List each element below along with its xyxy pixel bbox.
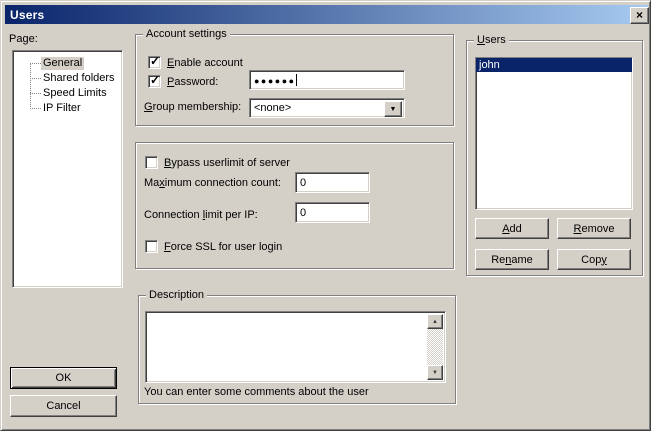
max-connection-count-value: 0 <box>300 177 306 189</box>
enable-account-row: ✓ Enable account <box>148 56 243 69</box>
force-ssl-label[interactable]: Force SSL for user login <box>164 241 282 253</box>
password-row: ✓ Password: <box>148 75 218 88</box>
users-group-title: Users <box>474 34 509 47</box>
tree-item-label[interactable]: Speed Limits <box>41 87 109 100</box>
check-icon: ✓ <box>150 54 160 68</box>
cancel-button[interactable]: Cancel <box>10 395 117 417</box>
force-ssl-checkbox[interactable]: ✓ <box>145 240 158 253</box>
description-textarea[interactable]: ▲ ▼ <box>145 311 446 383</box>
tree-item-speed-limits[interactable]: Speed Limits <box>13 86 120 101</box>
copy-user-button-label: Copy <box>581 254 607 266</box>
description-scrollbar[interactable]: ▲ ▼ <box>427 314 443 380</box>
scroll-up-button[interactable]: ▲ <box>427 314 443 329</box>
password-label[interactable]: Password: <box>167 76 218 88</box>
password-value: ●●●●●● <box>254 76 296 86</box>
check-icon: ✓ <box>150 73 160 87</box>
group-membership-label: Group membership: <box>144 101 241 114</box>
scroll-down-icon: ▼ <box>432 370 438 376</box>
bypass-userlimit-row: ✓ Bypass userlimit of server <box>145 156 290 169</box>
password-checkbox[interactable]: ✓ <box>148 75 161 88</box>
text-caret <box>296 74 297 86</box>
close-icon: × <box>636 10 643 20</box>
cancel-button-label: Cancel <box>46 400 80 412</box>
tree-item-general[interactable]: General <box>13 56 120 71</box>
remove-user-button-label: Remove <box>574 223 615 235</box>
password-input[interactable]: ●●●●●● <box>249 70 405 90</box>
page-tree[interactable]: General Shared folders Speed Limits IP F… <box>12 50 123 288</box>
description-group: Description ▲ ▼ You can enter some comme… <box>138 295 456 404</box>
group-membership-value: <none> <box>254 102 291 115</box>
connection-limit-per-ip-label: Connection limit per IP: <box>144 209 258 222</box>
rename-user-button[interactable]: Rename <box>475 249 549 270</box>
enable-account-checkbox[interactable]: ✓ <box>148 56 161 69</box>
connection-limit-per-ip-input[interactable]: 0 <box>295 202 370 223</box>
force-ssl-row: ✓ Force SSL for user login <box>145 240 282 253</box>
close-button[interactable]: × <box>630 7 649 24</box>
account-settings-group: Account settings ✓ Enable account ✓ Pass… <box>135 34 454 126</box>
tree-item-label[interactable]: Shared folders <box>41 72 117 85</box>
bypass-userlimit-checkbox[interactable]: ✓ <box>145 156 158 169</box>
tree-connector-stub <box>30 93 41 94</box>
tree-item-label[interactable]: General <box>41 57 84 70</box>
title-bar[interactable]: Users <box>5 5 648 24</box>
users-dialog: Users × Page: General Shared folders Spe… <box>0 0 651 431</box>
bypass-userlimit-label[interactable]: Bypass userlimit of server <box>164 157 290 169</box>
max-connection-count-input[interactable]: 0 <box>295 172 370 193</box>
scroll-down-button[interactable]: ▼ <box>427 365 443 380</box>
tree-item-shared-folders[interactable]: Shared folders <box>13 71 120 86</box>
tree-connector-stub <box>30 63 41 64</box>
max-connection-count-label: Maximum connection count: <box>144 177 281 190</box>
tree-connector-stub <box>30 78 41 79</box>
tree-connector-stub <box>30 108 41 109</box>
scroll-up-icon: ▲ <box>432 319 438 325</box>
chevron-down-icon: ▼ <box>390 106 397 113</box>
copy-user-button[interactable]: Copy <box>557 249 631 270</box>
ok-button-label: OK <box>56 372 72 384</box>
description-group-title: Description <box>146 289 207 302</box>
add-user-button[interactable]: Add <box>475 218 549 239</box>
account-settings-group-title: Account settings <box>143 28 230 41</box>
rename-user-button-label: Rename <box>491 254 533 266</box>
window-title: Users <box>10 8 44 22</box>
description-hint: You can enter some comments about the us… <box>144 386 369 399</box>
group-membership-select[interactable]: <none> ▼ <box>249 98 405 118</box>
add-user-button-label: Add <box>502 223 522 235</box>
enable-account-label[interactable]: Enable account <box>167 57 243 69</box>
tree-item-ip-filter[interactable]: IP Filter <box>13 101 120 116</box>
ok-button[interactable]: OK <box>10 367 117 389</box>
users-list[interactable]: john <box>475 57 633 210</box>
user-list-item[interactable]: john <box>476 58 632 72</box>
connection-limit-per-ip-value: 0 <box>300 207 306 219</box>
remove-user-button[interactable]: Remove <box>557 218 631 239</box>
page-label: Page: <box>9 33 38 46</box>
tree-item-label[interactable]: IP Filter <box>41 102 83 115</box>
connection-settings-group: ✓ Bypass userlimit of server Maximum con… <box>135 142 454 269</box>
dropdown-button[interactable]: ▼ <box>384 101 402 117</box>
users-group: Users john Add Remove Rename Copy <box>466 40 643 276</box>
